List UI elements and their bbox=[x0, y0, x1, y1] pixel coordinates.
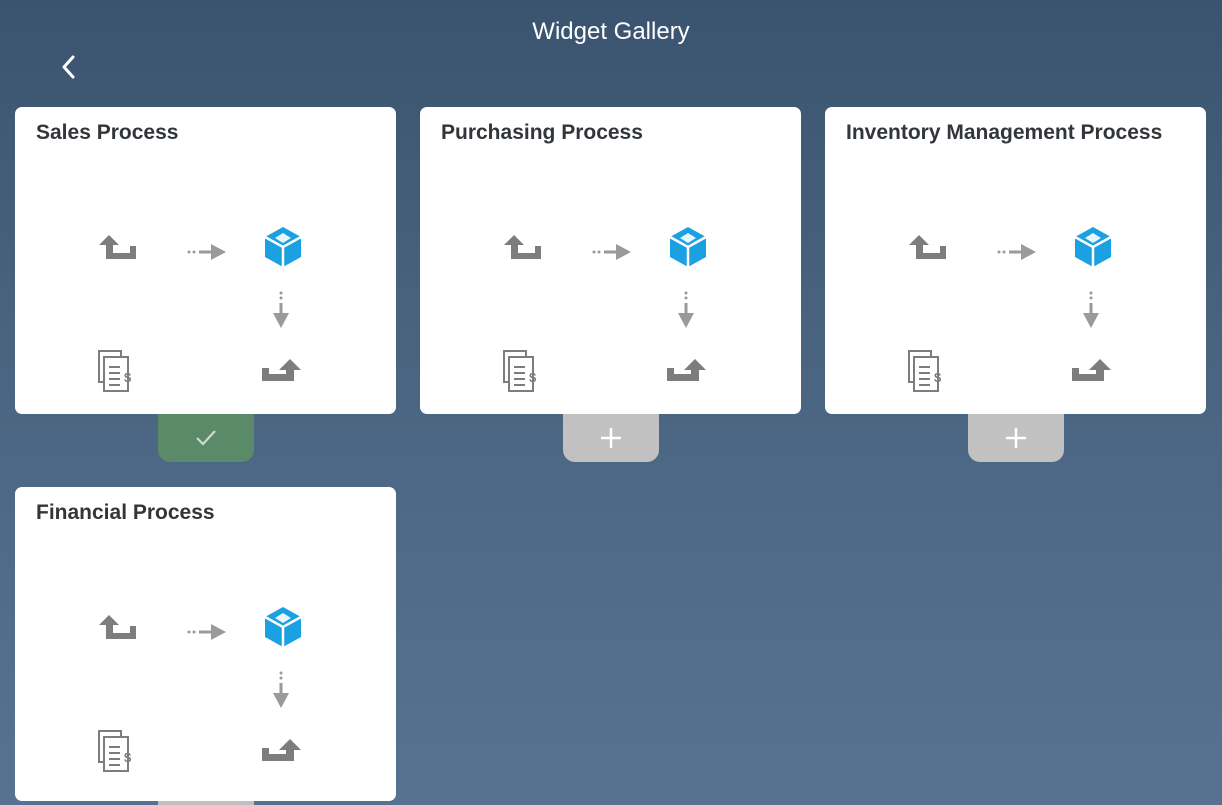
return-arrow-icon bbox=[99, 235, 136, 259]
blue-cube-icon bbox=[264, 227, 302, 267]
return-arrow-icon bbox=[99, 615, 136, 639]
process-flow-diagram: $ bbox=[503, 227, 707, 392]
widget-card-sales[interactable]: Sales Process $ bbox=[15, 107, 396, 414]
page-title: Widget Gallery bbox=[532, 18, 690, 45]
export-arrow-icon bbox=[1072, 359, 1111, 381]
plus-icon bbox=[1006, 428, 1026, 448]
dotted-arrow-down-icon bbox=[1083, 291, 1099, 328]
export-arrow-icon bbox=[667, 359, 706, 381]
process-flow-diagram: $ bbox=[98, 607, 302, 772]
dotted-arrow-right-icon bbox=[187, 624, 226, 640]
add-widget-button[interactable] bbox=[968, 414, 1064, 462]
back-button[interactable] bbox=[52, 50, 86, 84]
plus-icon bbox=[601, 428, 621, 448]
return-arrow-icon bbox=[504, 235, 541, 259]
dotted-arrow-right-icon bbox=[187, 244, 226, 260]
dotted-arrow-down-icon bbox=[273, 291, 289, 328]
export-arrow-icon bbox=[262, 359, 301, 381]
widget-added-button[interactable] bbox=[158, 414, 254, 462]
blue-cube-icon bbox=[669, 227, 707, 267]
checkmark-icon bbox=[196, 430, 216, 446]
svg-text:$: $ bbox=[934, 370, 942, 385]
dotted-arrow-down-icon bbox=[273, 671, 289, 708]
chevron-left-icon bbox=[62, 55, 75, 79]
add-widget-button[interactable] bbox=[158, 801, 254, 805]
widget-card-financial[interactable]: Financial Process $ bbox=[15, 487, 396, 801]
dotted-arrow-right-icon bbox=[997, 244, 1036, 260]
svg-text:$: $ bbox=[529, 370, 537, 385]
widget-card-purchasing[interactable]: Purchasing Process $ bbox=[420, 107, 801, 414]
dotted-arrow-down-icon bbox=[678, 291, 694, 328]
svg-text:$: $ bbox=[124, 370, 132, 385]
widget-card-inventory[interactable]: Inventory Management Process $ bbox=[825, 107, 1206, 414]
blue-cube-icon bbox=[1074, 227, 1112, 267]
export-arrow-icon bbox=[262, 739, 301, 761]
process-flow-diagram: $ bbox=[98, 227, 302, 392]
svg-text:$: $ bbox=[124, 750, 132, 765]
add-widget-button[interactable] bbox=[563, 414, 659, 462]
return-arrow-icon bbox=[909, 235, 946, 259]
blue-cube-icon bbox=[264, 607, 302, 647]
process-flow-diagram: $ bbox=[908, 227, 1112, 392]
dotted-arrow-right-icon bbox=[592, 244, 631, 260]
